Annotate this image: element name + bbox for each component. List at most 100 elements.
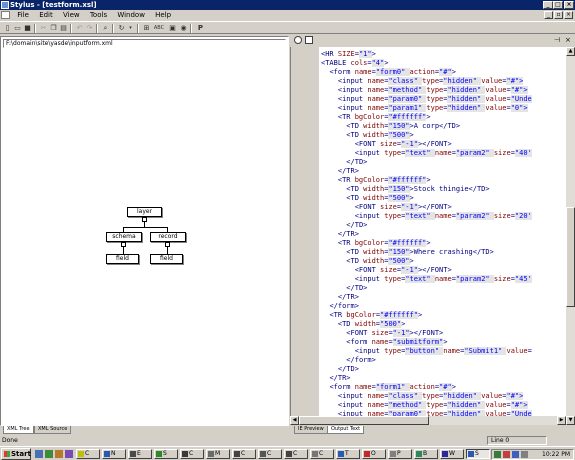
tray-network-icon[interactable] bbox=[494, 451, 501, 458]
maximize-button[interactable]: □ bbox=[553, 1, 563, 9]
open-file-icon[interactable]: ▭ bbox=[13, 24, 22, 33]
attr-value: "Submit1" bbox=[464, 347, 507, 355]
taskbar-button[interactable]: O bbox=[362, 449, 386, 459]
taskbar-button[interactable]: B bbox=[414, 449, 438, 459]
tray-antivirus-icon[interactable] bbox=[503, 451, 510, 458]
image-icon[interactable]: ▣ bbox=[168, 24, 177, 33]
taskbar-button[interactable]: C bbox=[258, 449, 282, 459]
menu-window[interactable]: Window bbox=[113, 10, 149, 21]
attr-name: size bbox=[380, 203, 397, 211]
attr-name: cols bbox=[350, 59, 368, 67]
redo-icon[interactable]: ↷ bbox=[85, 24, 94, 33]
quicklaunch-app-icon[interactable] bbox=[65, 450, 73, 458]
dropdown-arrow-icon[interactable]: ▾ bbox=[126, 24, 135, 33]
scroll-thumb[interactable] bbox=[566, 207, 575, 307]
attr-name: name bbox=[367, 104, 385, 112]
tree-view-icon[interactable]: ⊞ bbox=[142, 24, 151, 33]
save-icon[interactable]: ■ bbox=[23, 24, 32, 33]
copy-icon[interactable]: ❐ bbox=[49, 24, 58, 33]
taskbar-button[interactable]: S bbox=[466, 449, 490, 459]
pin-icon[interactable]: ⊣ bbox=[554, 36, 560, 44]
menu-file[interactable]: File bbox=[13, 10, 33, 21]
start-button[interactable]: Start bbox=[1, 448, 31, 460]
tab-xml-source[interactable]: XML Source bbox=[34, 426, 72, 434]
menu-bar: File Edit View Tools Window Help _ ▫ × bbox=[0, 10, 575, 21]
tray-monitor-icon[interactable] bbox=[512, 451, 519, 458]
doc-close-button[interactable]: × bbox=[564, 11, 573, 19]
find-icon[interactable]: ⌕ bbox=[101, 24, 110, 33]
quicklaunch-desktop-icon[interactable] bbox=[35, 450, 43, 458]
attr-name: value bbox=[481, 77, 503, 85]
taskbar-button[interactable]: E bbox=[128, 449, 152, 459]
window-title: Stylus - [testform.xsl] bbox=[10, 1, 97, 9]
tab-ie-preview[interactable]: IE Preview bbox=[294, 426, 328, 434]
taskbar-button[interactable]: C bbox=[76, 449, 100, 459]
taskbar-button[interactable]: N bbox=[102, 449, 126, 459]
tree-node-record[interactable]: record bbox=[150, 232, 186, 242]
quicklaunch-mail-icon[interactable] bbox=[55, 450, 63, 458]
tree-node-layer[interactable]: layer bbox=[127, 207, 162, 217]
scroll-left-arrow-icon[interactable]: ◀ bbox=[290, 416, 299, 425]
taskbar-button[interactable]: M bbox=[206, 449, 230, 459]
tag-text: > bbox=[384, 59, 389, 67]
vertical-scrollbar[interactable]: ▲ ▼ bbox=[566, 47, 575, 425]
attr-name: width bbox=[363, 131, 385, 139]
text-view-icon[interactable] bbox=[305, 36, 313, 44]
tag-text: >A corp</TD> bbox=[409, 122, 461, 130]
taskbar-button[interactable]: T bbox=[336, 449, 360, 459]
taskbar-button[interactable]: C bbox=[180, 449, 204, 459]
tree-node-field[interactable]: field bbox=[150, 254, 183, 264]
tag-text: > bbox=[371, 50, 376, 58]
taskbar-button[interactable]: P bbox=[388, 449, 412, 459]
menu-edit[interactable]: Edit bbox=[35, 10, 57, 21]
undo-icon[interactable]: ↶ bbox=[75, 24, 84, 33]
tag-text: <form bbox=[346, 338, 372, 346]
taskbar-app-icon bbox=[182, 451, 188, 457]
paste-icon[interactable]: ▤ bbox=[59, 24, 68, 33]
taskbar-button[interactable]: C bbox=[232, 449, 256, 459]
horizontal-scrollbar[interactable]: ◀ ▶ bbox=[290, 416, 566, 425]
file-path-field[interactable]: F:\domain\site\yasde\inputform.xml bbox=[3, 39, 286, 48]
tree-node-field[interactable]: field bbox=[106, 254, 139, 264]
clock[interactable]: 10:22 PM bbox=[542, 450, 570, 459]
attr-value: "500" bbox=[388, 257, 410, 265]
attr-name: width bbox=[363, 194, 385, 202]
cut-icon[interactable]: ✂ bbox=[39, 24, 48, 33]
menu-tools[interactable]: Tools bbox=[86, 10, 111, 21]
doc-restore-button[interactable]: ▫ bbox=[554, 11, 563, 19]
record-icon[interactable]: ◉ bbox=[179, 24, 188, 33]
attr-value: "-1" bbox=[401, 266, 418, 274]
quicklaunch-browser-icon[interactable] bbox=[45, 450, 53, 458]
scroll-up-arrow-icon[interactable]: ▲ bbox=[566, 47, 575, 56]
doc-minimize-button[interactable]: _ bbox=[544, 11, 553, 19]
tag-text: <TD bbox=[346, 185, 364, 193]
minimize-button[interactable]: _ bbox=[543, 1, 553, 9]
tree-node-schema[interactable]: schema bbox=[106, 232, 142, 242]
taskbar-button[interactable]: C bbox=[284, 449, 308, 459]
tab-xml-tree[interactable]: XML Tree bbox=[3, 426, 34, 434]
menu-view[interactable]: View bbox=[59, 10, 84, 21]
preview-button[interactable]: P bbox=[196, 24, 205, 33]
new-file-icon[interactable]: ▯ bbox=[3, 24, 12, 33]
taskbar-button-label: O bbox=[371, 450, 376, 457]
tag-text: <FONT bbox=[354, 140, 381, 148]
menu-help[interactable]: Help bbox=[151, 10, 175, 21]
pane-close-icon[interactable]: × bbox=[565, 36, 571, 44]
h-scroll-thumb[interactable] bbox=[299, 416, 429, 425]
code-editor[interactable]: <HR SIZE="1"> <TABLE cols="4"> <form name… bbox=[290, 47, 566, 425]
taskbar-button[interactable]: C bbox=[310, 449, 334, 459]
close-button[interactable]: × bbox=[564, 1, 574, 9]
scroll-down-arrow-icon[interactable]: ▼ bbox=[566, 416, 575, 425]
attr-name: size bbox=[380, 266, 397, 274]
browser-icon[interactable] bbox=[294, 36, 302, 44]
tag-text: > bbox=[409, 194, 414, 202]
taskbar-button[interactable]: S bbox=[154, 449, 178, 459]
attr-name: type bbox=[426, 86, 444, 94]
scroll-right-arrow-icon[interactable]: ▶ bbox=[557, 416, 566, 425]
taskbar-button[interactable]: W bbox=[440, 449, 464, 459]
refresh-icon[interactable]: ↻ bbox=[117, 24, 126, 33]
spellcheck-icon[interactable]: ABC bbox=[152, 24, 166, 33]
tray-volume-icon[interactable] bbox=[521, 451, 528, 458]
tab-output-text[interactable]: Output Text bbox=[327, 426, 365, 434]
title-bar: Stylus - [testform.xsl] _ □ × bbox=[0, 0, 575, 10]
